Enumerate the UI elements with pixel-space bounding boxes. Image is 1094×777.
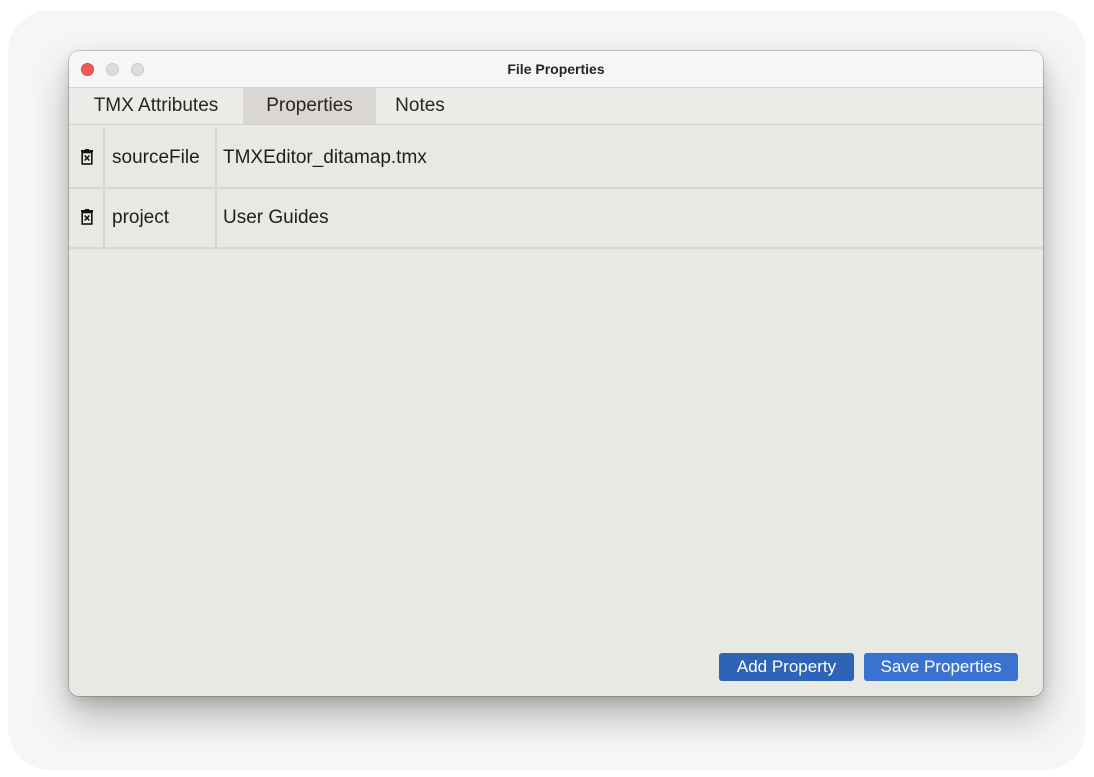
title-bar[interactable]: File Properties	[69, 51, 1043, 88]
save-properties-button[interactable]: Save Properties	[864, 653, 1018, 681]
delete-property-button[interactable]	[69, 189, 105, 247]
file-properties-window: File Properties TMX Attributes Propertie…	[69, 51, 1043, 696]
property-key[interactable]: project	[105, 189, 217, 247]
tab-tmx-attributes[interactable]: TMX Attributes	[69, 88, 243, 124]
tab-properties[interactable]: Properties	[243, 88, 376, 124]
table-row: project User Guides	[69, 189, 1043, 249]
add-property-button[interactable]: Add Property	[719, 653, 854, 681]
tab-bar: TMX Attributes Properties Notes	[69, 88, 1043, 125]
table-row: sourceFile TMXEditor_ditamap.tmx	[69, 129, 1043, 189]
window-title: File Properties	[507, 61, 605, 77]
properties-table: sourceFile TMXEditor_ditamap.tmx project…	[69, 129, 1043, 249]
delete-property-button[interactable]	[69, 129, 105, 187]
trash-icon	[81, 149, 93, 165]
tab-notes[interactable]: Notes	[376, 88, 464, 124]
trash-icon	[81, 209, 93, 225]
property-key[interactable]: sourceFile	[105, 129, 217, 187]
property-value[interactable]: TMXEditor_ditamap.tmx	[217, 129, 427, 187]
property-value[interactable]: User Guides	[217, 189, 329, 247]
